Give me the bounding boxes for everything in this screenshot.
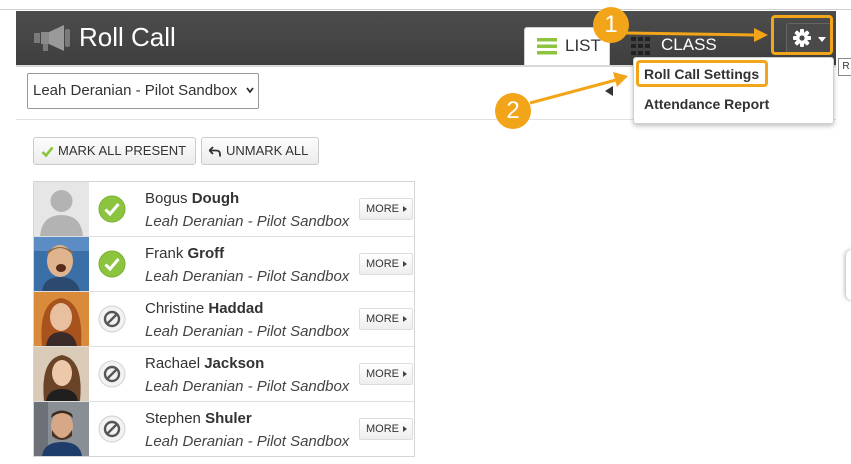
more-label: MORE — [366, 203, 399, 215]
student-row: Christine Haddad Leah Deranian - Pilot S… — [34, 292, 414, 347]
course-select[interactable]: Leah Deranian - Pilot Sandbox — [27, 73, 259, 109]
more-label: MORE — [366, 313, 399, 325]
caret-right-icon — [403, 261, 407, 267]
student-course: Leah Deranian - Pilot Sandbox — [145, 323, 350, 340]
student-name: Stephen Shuler — [145, 410, 252, 427]
last-name: Groff — [187, 245, 225, 262]
callout-badge-1: 1 — [593, 7, 629, 43]
last-name: Dough — [191, 190, 240, 207]
unmarked-status-icon[interactable] — [98, 305, 126, 333]
first-name: Frank — [145, 245, 184, 262]
student-course: Leah Deranian - Pilot Sandbox — [145, 433, 350, 450]
first-name: Bogus — [145, 190, 188, 207]
caret-right-icon — [403, 206, 407, 212]
last-name: Shuler — [205, 410, 252, 427]
more-button[interactable]: MORE — [359, 308, 413, 330]
caret-right-icon — [403, 371, 407, 377]
student-row: Frank Groff Leah Deranian - Pilot Sandbo… — [34, 237, 414, 292]
grid-icon — [631, 37, 650, 55]
unmark-all-label: UNMARK ALL — [226, 143, 309, 158]
more-button[interactable]: MORE — [359, 253, 413, 275]
first-name: Rachael — [145, 355, 201, 372]
student-name: Rachael Jackson — [145, 355, 264, 372]
avatar — [34, 292, 89, 346]
check-icon — [41, 146, 54, 157]
student-name: Christine Haddad — [145, 300, 263, 317]
caret-right-icon — [403, 426, 407, 432]
top-border — [0, 9, 851, 10]
side-panel-handle[interactable] — [846, 250, 851, 300]
megaphone-icon — [34, 25, 70, 51]
more-button[interactable]: MORE — [359, 418, 413, 440]
last-name: Haddad — [208, 300, 264, 317]
more-label: MORE — [366, 368, 399, 380]
student-name: Bogus Dough — [145, 190, 239, 207]
more-button[interactable]: MORE — [359, 363, 413, 385]
unmarked-status-icon[interactable] — [98, 360, 126, 388]
settings-highlight-box — [636, 60, 768, 87]
list-icon — [537, 38, 557, 55]
student-row: Bogus Dough Leah Deranian - Pilot Sandbo… — [34, 182, 414, 237]
first-name: Christine — [145, 300, 205, 317]
callout-badge-2: 2 — [495, 93, 531, 129]
more-label: MORE — [366, 258, 399, 270]
present-check-icon[interactable] — [98, 195, 126, 223]
more-label: MORE — [366, 423, 399, 435]
caret-right-icon — [403, 316, 407, 322]
more-button[interactable]: MORE — [359, 198, 413, 220]
page-title: Roll Call — [79, 22, 176, 52]
caret-left-icon — [605, 86, 613, 96]
student-row: Stephen Shuler Leah Deranian - Pilot San… — [34, 402, 414, 457]
gear-highlight-box — [771, 15, 833, 55]
avatar — [34, 402, 89, 456]
mark-all-present-label: MARK ALL PRESENT — [58, 143, 187, 158]
callout-arrow-2 — [529, 78, 617, 105]
student-course: Leah Deranian - Pilot Sandbox — [145, 268, 350, 285]
student-course: Leah Deranian - Pilot Sandbox — [145, 213, 350, 230]
first-name: Stephen — [145, 410, 201, 427]
avatar — [34, 237, 89, 291]
student-name: Frank Groff — [145, 245, 224, 262]
mark-all-present-button[interactable]: MARK ALL PRESENT — [33, 137, 196, 165]
student-roster: Bogus Dough Leah Deranian - Pilot Sandbo… — [33, 181, 415, 457]
tooltip-fragment: R — [838, 58, 851, 76]
chevron-down-icon — [246, 87, 254, 94]
avatar — [34, 347, 89, 401]
present-check-icon[interactable] — [98, 250, 126, 278]
last-name: Jackson — [204, 355, 265, 372]
menu-item-attendance-report[interactable]: Attendance Report — [644, 96, 769, 112]
unmark-all-button[interactable]: UNMARK ALL — [201, 137, 319, 165]
callout-arrowhead-2 — [613, 72, 628, 87]
undo-icon — [209, 146, 221, 157]
avatar-placeholder — [34, 182, 89, 236]
course-select-value: Leah Deranian - Pilot Sandbox — [33, 82, 238, 99]
student-row: Rachael Jackson Leah Deranian - Pilot Sa… — [34, 347, 414, 402]
student-course: Leah Deranian - Pilot Sandbox — [145, 378, 350, 395]
unmarked-status-icon[interactable] — [98, 415, 126, 443]
